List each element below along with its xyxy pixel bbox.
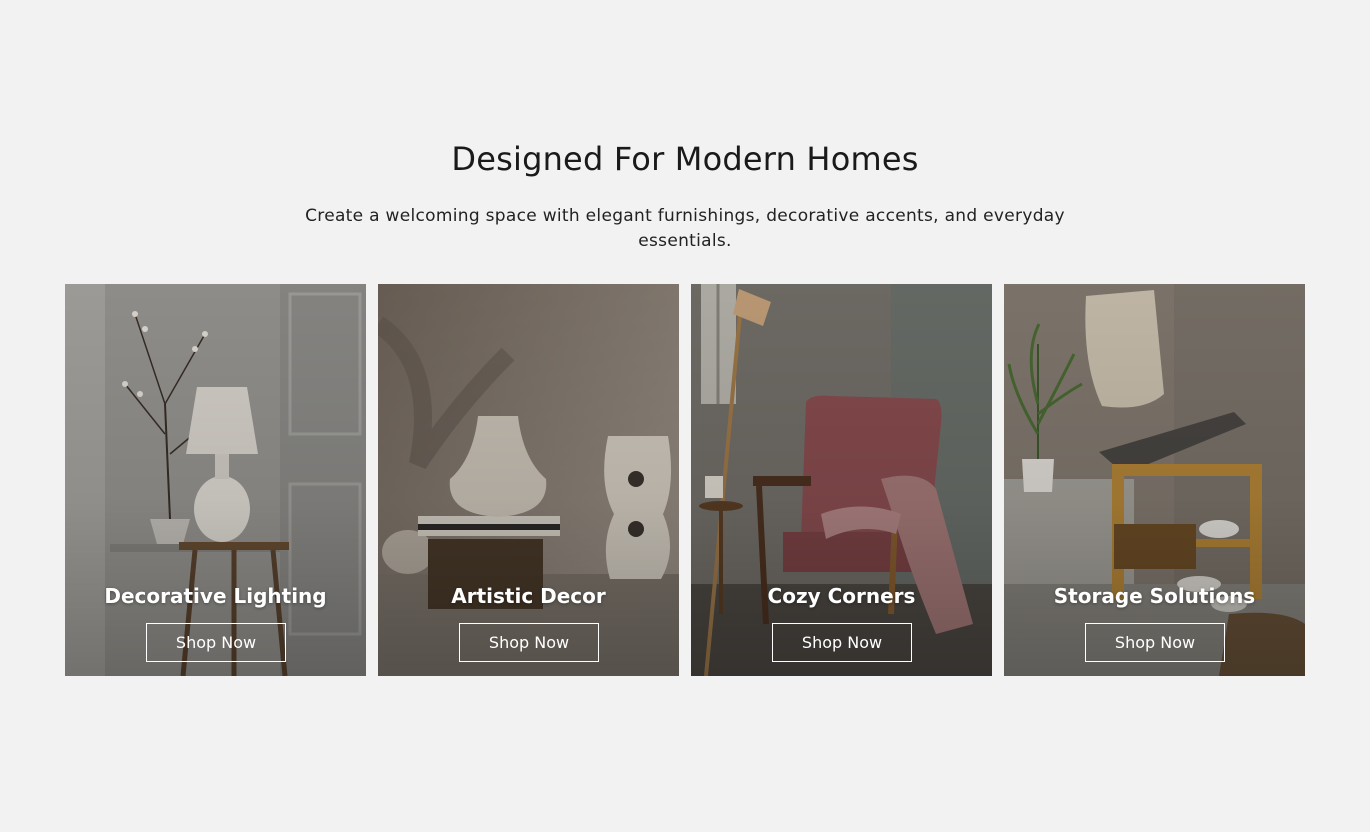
category-card-storage-solutions[interactable]: Storage Solutions Shop Now xyxy=(1004,284,1305,676)
image-overlay xyxy=(1004,284,1305,676)
category-card-artistic-decor[interactable]: Artistic Decor Shop Now xyxy=(378,284,679,676)
section-heading: Designed For Modern Homes xyxy=(451,140,919,178)
card-title: Decorative Lighting xyxy=(104,584,327,608)
category-cards: Decorative Lighting Shop Now Artistic De… xyxy=(65,284,1305,676)
card-title: Storage Solutions xyxy=(1053,584,1256,608)
card-title: Cozy Corners xyxy=(767,584,916,608)
collection-section: Designed For Modern Homes Create a welco… xyxy=(0,0,1370,832)
section-subtitle: Create a welcoming space with elegant fu… xyxy=(305,206,1065,251)
category-card-decorative-lighting[interactable]: Decorative Lighting Shop Now xyxy=(65,284,366,676)
card-title: Artistic Decor xyxy=(451,584,606,608)
category-card-cozy-corners[interactable]: Cozy Corners Shop Now xyxy=(691,284,992,676)
image-overlay xyxy=(378,284,679,676)
shop-now-button[interactable]: Shop Now xyxy=(1085,623,1225,662)
shop-now-button[interactable]: Shop Now xyxy=(772,623,912,662)
shop-now-button[interactable]: Shop Now xyxy=(459,623,599,662)
shop-now-button[interactable]: Shop Now xyxy=(146,623,286,662)
image-overlay xyxy=(65,284,366,676)
image-overlay xyxy=(691,284,992,676)
